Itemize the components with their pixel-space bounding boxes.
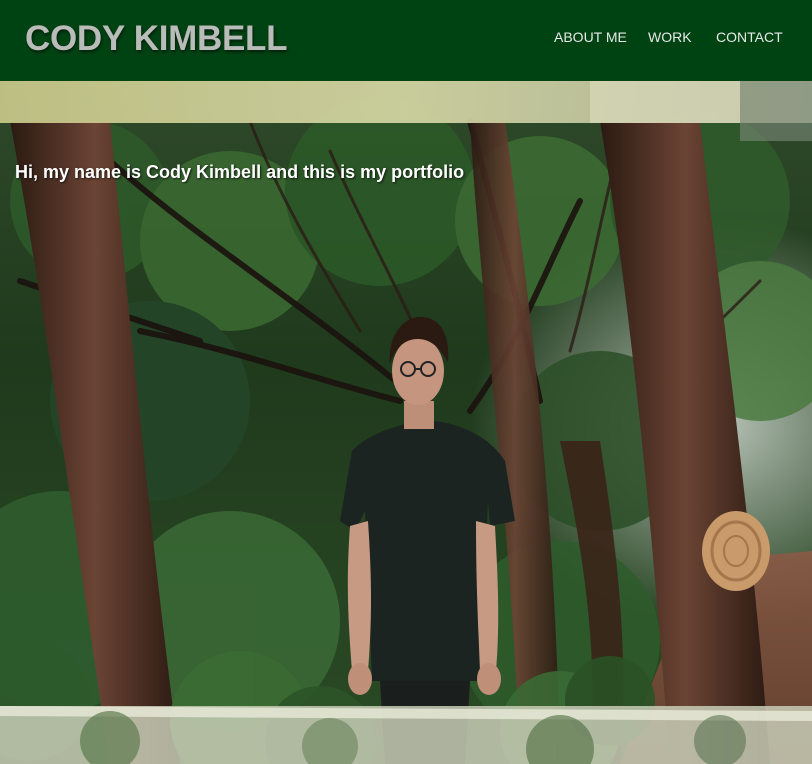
- intro-greeting: Hi, my name is Cody Kimbell and this is …: [15, 162, 465, 182]
- hero-photo: [0, 81, 812, 764]
- site-header: CODY KIMBELL ABOUT ME WORK CONTACT: [0, 0, 812, 81]
- nav-work[interactable]: WORK: [648, 29, 692, 45]
- nav-about-me[interactable]: ABOUT ME: [554, 29, 627, 45]
- forest-portrait-photo: [0, 81, 812, 764]
- nav-contact[interactable]: CONTACT: [716, 29, 783, 45]
- site-title[interactable]: CODY KIMBELL: [25, 19, 287, 59]
